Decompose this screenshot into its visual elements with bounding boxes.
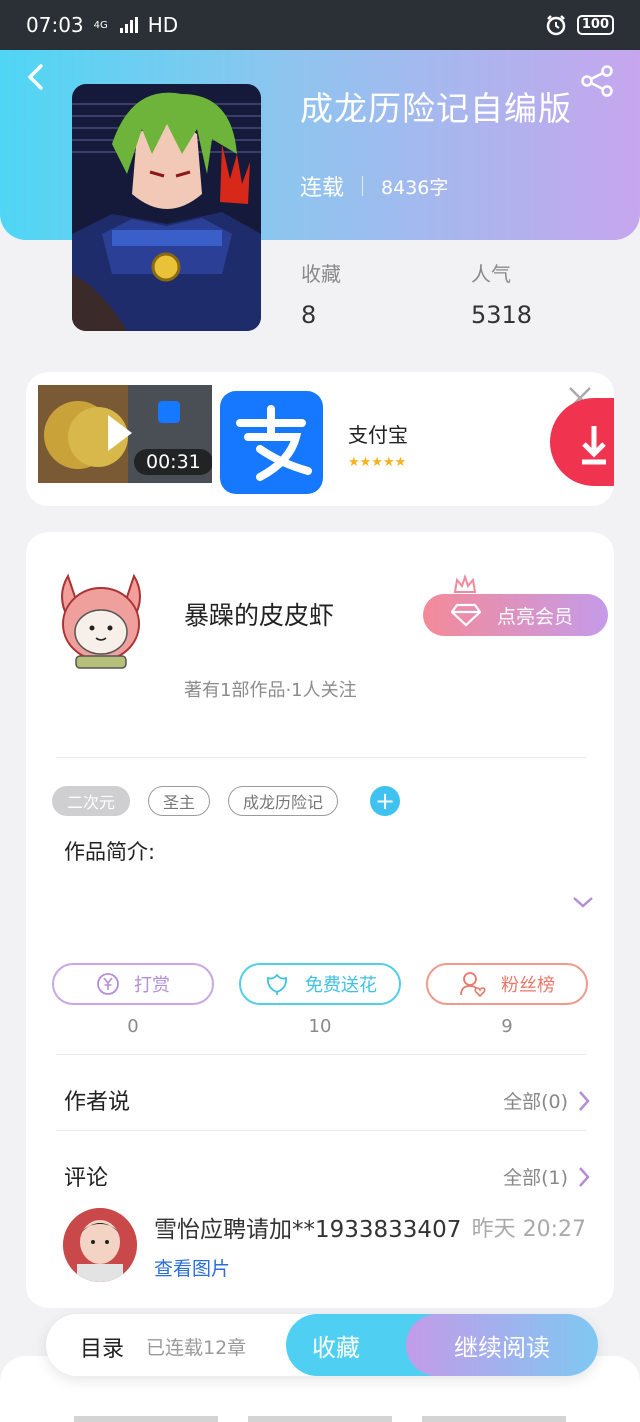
book-cover[interactable]	[72, 84, 261, 331]
gesture-bar	[74, 1416, 218, 1422]
flower-label: 免费送花	[305, 975, 377, 996]
ad-app-name: 支付宝	[348, 423, 408, 447]
chevron-right-icon	[579, 1090, 590, 1111]
tip-label: 打赏	[134, 975, 170, 996]
chapter-count: 已连载12章	[146, 1337, 247, 1359]
status-time: 07:03	[26, 13, 84, 37]
alipay-logo-icon	[220, 391, 323, 494]
divider	[56, 757, 586, 758]
meta-divider	[362, 176, 364, 196]
tip-count: 0	[127, 1016, 139, 1037]
fan-ranking-count: 9	[501, 1016, 513, 1037]
crown-icon	[453, 574, 477, 593]
author-says-more[interactable]: 全部(0)	[503, 1087, 590, 1114]
alarm-icon	[546, 15, 566, 36]
author-avatar[interactable]	[46, 566, 156, 676]
chevron-right-icon	[579, 1166, 590, 1187]
flower-count: 10	[308, 1016, 332, 1037]
tag-chip[interactable]: 二次元	[52, 786, 131, 816]
commenter-avatar[interactable]	[63, 1208, 137, 1282]
fan-ranking-button[interactable]: 粉丝榜	[426, 963, 588, 1005]
diamond-icon	[451, 603, 481, 627]
vip-button[interactable]: 点亮会员	[423, 594, 608, 636]
view-image-link[interactable]: 查看图片	[154, 1254, 230, 1281]
serial-status: 连载	[300, 176, 345, 201]
continue-reading-button[interactable]: 继续阅读	[406, 1314, 598, 1376]
battery-icon: 100	[576, 15, 614, 35]
collect-label: 收藏	[312, 1333, 360, 1362]
fan-ranking-label: 粉丝榜	[501, 975, 555, 996]
comments-title: 评论	[64, 1166, 109, 1191]
yen-coin-icon	[97, 973, 119, 995]
download-button[interactable]	[550, 398, 614, 486]
author-info: 著有1部作品·1人关注	[184, 680, 357, 701]
tag-chip[interactable]: 圣主	[148, 786, 211, 816]
status-bar: 07:03 4G HD 100	[0, 0, 640, 50]
bottom-action-bar: 目录 已连载12章 收藏 继续阅读	[46, 1314, 598, 1376]
author-says-title: 作者说	[64, 1090, 131, 1115]
gesture-bar	[422, 1416, 566, 1422]
author-says-count: 全部(0)	[503, 1091, 568, 1113]
ad-video[interactable]: 00:31	[38, 385, 212, 483]
divider	[56, 1054, 586, 1055]
hd-indicator: HD	[147, 13, 179, 37]
chevron-down-icon[interactable]	[571, 894, 595, 910]
stat-value: 8	[301, 301, 317, 329]
video-duration: 00:31	[134, 449, 212, 475]
signal-icon	[119, 17, 138, 33]
network-type: 4G	[93, 19, 108, 31]
user-heart-icon	[460, 972, 486, 997]
tip-button[interactable]: 打赏	[52, 963, 214, 1005]
comments-count: 全部(1)	[503, 1167, 568, 1189]
toc-button[interactable]: 目录	[80, 1331, 124, 1363]
flower-icon	[267, 973, 287, 995]
book-detail-card: 暴躁的皮皮虾 点亮会员 著有1部作品·1人关注 二次元 圣主 成龙历险记 + 作…	[26, 532, 614, 1308]
free-flower-button[interactable]: 免费送花	[239, 963, 401, 1005]
word-count: 8436字	[381, 176, 449, 199]
back-arrow-icon[interactable]	[22, 62, 52, 92]
tag-chip[interactable]: 成龙历险记	[228, 786, 339, 816]
stat-value: 5318	[471, 301, 533, 329]
divider	[56, 1130, 586, 1131]
comment-time: 昨天 20:27	[471, 1217, 586, 1242]
vip-button-label: 点亮会员	[497, 605, 574, 628]
stat-favorites: 收藏 8	[301, 258, 341, 329]
tag-list: 二次元 圣主 成龙历险记 +	[52, 786, 401, 816]
gesture-bar	[248, 1416, 392, 1422]
book-title: 成龙历险记自编版	[300, 89, 572, 128]
share-icon[interactable]	[580, 64, 614, 98]
add-tag-button[interactable]: +	[370, 786, 401, 816]
stat-label: 收藏	[301, 262, 341, 286]
book-meta: 连载 8436字	[300, 170, 448, 202]
author-name[interactable]: 暴躁的皮皮虾	[184, 596, 334, 632]
intro-label: 作品简介:	[64, 840, 156, 864]
continue-reading-label: 继续阅读	[454, 1333, 550, 1362]
comments-more[interactable]: 全部(1)	[503, 1163, 590, 1190]
rating-stars: ★★★★★	[348, 455, 407, 470]
commenter-name: 雪怡应聘请加**1933833407	[154, 1217, 462, 1243]
stat-label: 人气	[471, 262, 511, 286]
ad-banner[interactable]: 00:31 支付宝 ★★★★★	[26, 372, 614, 506]
stat-popularity: 人气 5318	[471, 258, 532, 329]
